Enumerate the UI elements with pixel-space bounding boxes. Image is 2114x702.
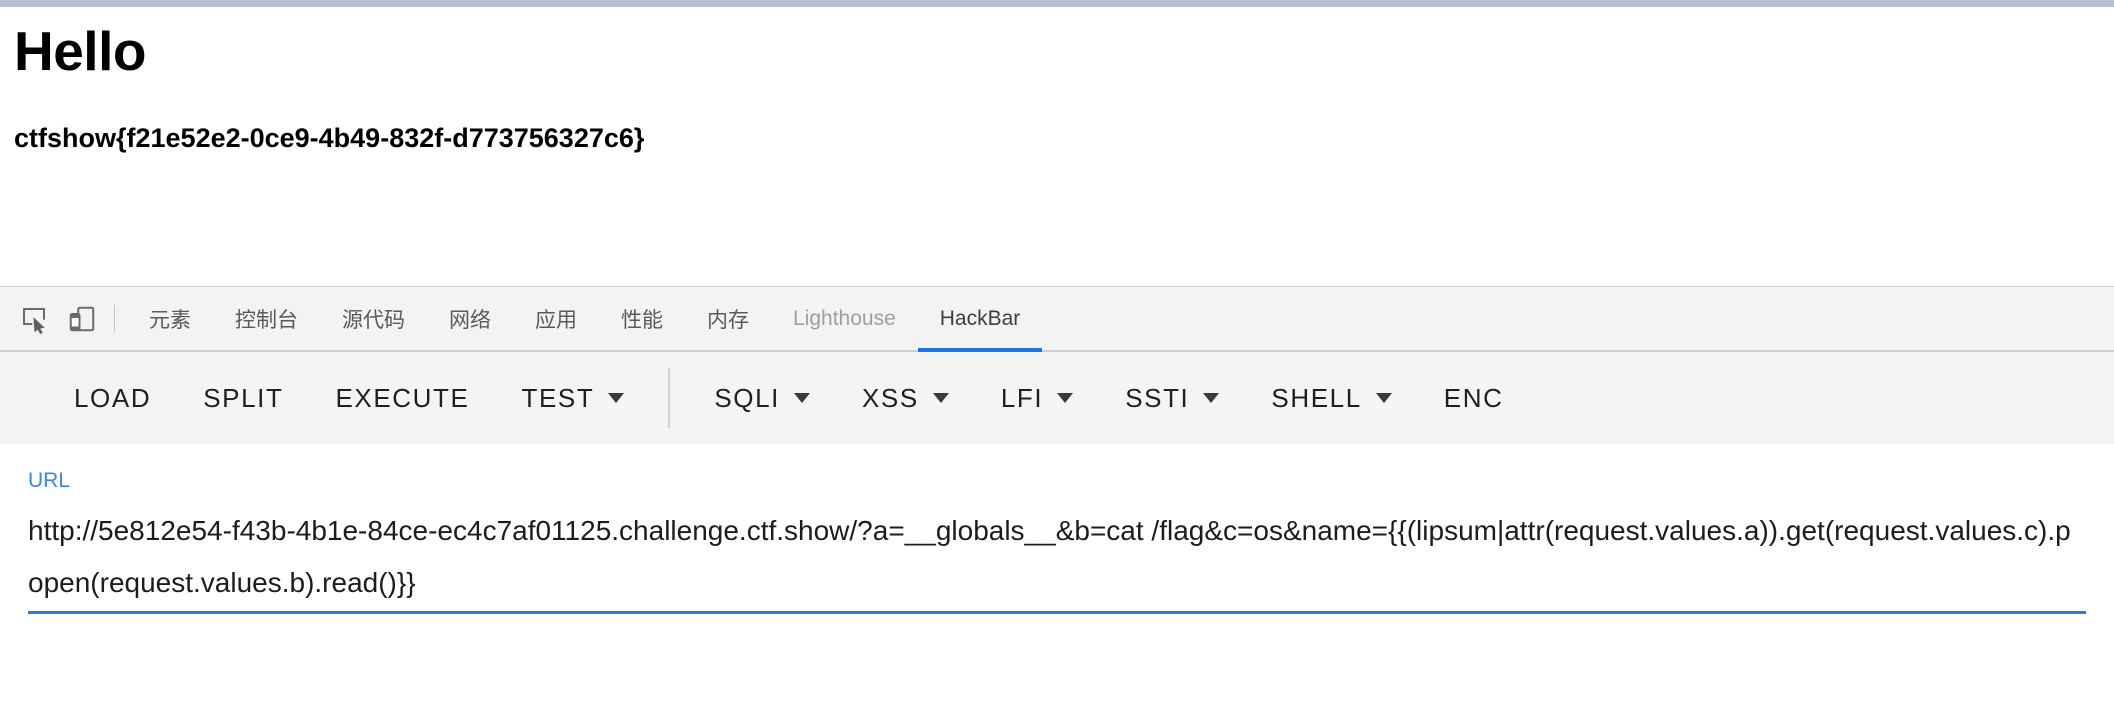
button-label: LFI <box>1000 382 1044 413</box>
toolbar-divider <box>114 305 115 332</box>
devtools-panel: 元素 控制台 源代码 网络 应用 性能 内存 Lighthouse HackBa… <box>0 287 2114 701</box>
tab-label: 网络 <box>449 308 491 332</box>
ssti-menu-button[interactable]: SSTI <box>1099 383 1245 414</box>
tab-label: 应用 <box>535 308 577 332</box>
rendered-page-viewport: Hello ctfshow{f21e52e2-0ce9-4b49-832f-d7… <box>0 7 2114 287</box>
chevron-down-icon <box>1203 393 1220 403</box>
chevron-down-icon <box>608 393 625 403</box>
chevron-down-icon <box>932 393 949 403</box>
execute-button[interactable]: EXECUTE <box>309 383 495 414</box>
button-label: TEST <box>521 382 595 413</box>
tab-network[interactable]: 网络 <box>427 287 513 350</box>
hackbar-url-panel: URL http://5e812e54-f43b-4b1e-84ce-ec4c7… <box>0 444 2114 701</box>
tab-label: 性能 <box>621 308 663 332</box>
encoding-menu-button[interactable]: ENC <box>1418 383 1530 414</box>
tab-label: Lighthouse <box>793 306 896 330</box>
tab-label: 控制台 <box>235 308 298 332</box>
tab-performance[interactable]: 性能 <box>599 287 685 350</box>
inspect-element-icon[interactable] <box>10 287 58 350</box>
devtools-tabbar: 元素 控制台 源代码 网络 应用 性能 内存 Lighthouse HackBa… <box>0 287 2114 352</box>
hackbar-toolbar: LOAD SPLIT EXECUTE TEST SQLI XSS LFI SST… <box>0 352 2114 444</box>
flag-text: ctfshow{f21e52e2-0ce9-4b49-832f-d7737563… <box>14 122 645 153</box>
button-label: LOAD <box>74 382 152 413</box>
tab-lighthouse[interactable]: Lighthouse <box>771 287 918 350</box>
browser-chrome-strip <box>0 0 2114 7</box>
button-label: SPLIT <box>203 382 284 413</box>
shell-menu-button[interactable]: SHELL <box>1245 383 1417 414</box>
tab-label: 源代码 <box>342 308 405 332</box>
tab-elements[interactable]: 元素 <box>127 287 213 350</box>
tab-console[interactable]: 控制台 <box>213 287 320 350</box>
button-label: EXECUTE <box>335 382 470 413</box>
toolbar-divider <box>668 368 671 428</box>
sqli-menu-button[interactable]: SQLI <box>688 383 836 414</box>
chevron-down-icon <box>1375 393 1392 403</box>
tab-label: HackBar <box>939 306 1021 330</box>
device-toolbar-icon[interactable] <box>58 287 106 350</box>
xss-menu-button[interactable]: XSS <box>836 383 975 414</box>
tab-label: 内存 <box>707 308 749 332</box>
load-button[interactable]: LOAD <box>48 383 177 414</box>
lfi-menu-button[interactable]: LFI <box>975 383 1099 414</box>
button-label: ENC <box>1443 382 1504 413</box>
tab-application[interactable]: 应用 <box>513 287 599 350</box>
tab-sources[interactable]: 源代码 <box>320 287 427 350</box>
page-title: Hello <box>14 20 146 82</box>
tab-hackbar[interactable]: HackBar <box>917 287 1043 352</box>
test-menu-button[interactable]: TEST <box>495 383 650 414</box>
tab-label: 元素 <box>149 308 191 332</box>
url-input[interactable]: http://5e812e54-f43b-4b1e-84ce-ec4c7af01… <box>28 505 2086 614</box>
button-label: SSTI <box>1125 382 1190 413</box>
chevron-down-icon <box>1057 393 1074 403</box>
url-field-label: URL <box>28 469 71 492</box>
tab-memory[interactable]: 内存 <box>685 287 771 350</box>
button-label: XSS <box>861 382 919 413</box>
chevron-down-icon <box>793 393 810 403</box>
split-button[interactable]: SPLIT <box>177 383 309 414</box>
button-label: SQLI <box>714 382 780 413</box>
button-label: SHELL <box>1271 382 1362 413</box>
